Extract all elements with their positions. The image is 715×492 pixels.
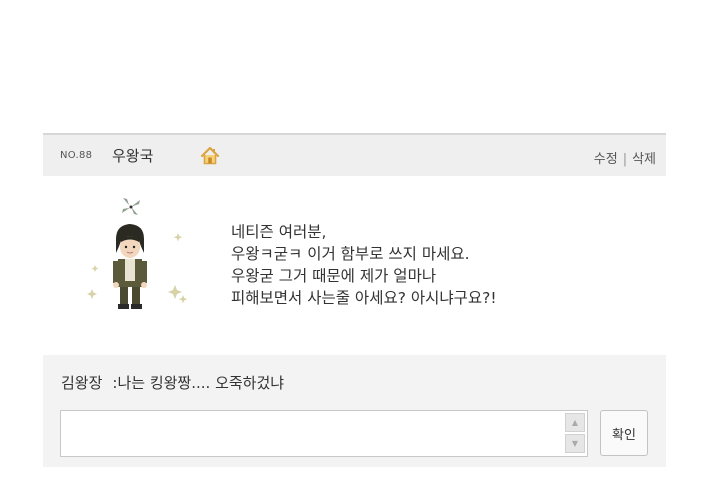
comment-item: 김왕장 :나는 킹왕짱.... 오죽하겄냐 xyxy=(61,372,284,393)
scroll-up-icon[interactable]: ▲ xyxy=(565,413,585,432)
guestbook-post: NO.88 우왕국 수정 | 삭제 네티즌 여러분, 우왕ㅋ굳ㅋ 이거 함부로 … xyxy=(43,133,666,467)
post-author[interactable]: 우왕국 xyxy=(112,145,153,166)
scroll-down-icon[interactable]: ▼ xyxy=(565,434,585,453)
edit-link[interactable]: 수정 xyxy=(594,152,618,167)
home-icon[interactable] xyxy=(199,145,221,167)
post-body-line: 우왕ㅋ굳ㅋ 이거 함부로 쓰지 마세요. xyxy=(231,245,470,263)
avatar xyxy=(83,195,193,325)
comment-area: 김왕장 :나는 킹왕짱.... 오죽하겄냐 ▲ ▼ 확인 xyxy=(43,355,666,467)
comment-input-box: ▲ ▼ xyxy=(60,410,588,457)
post-body-line: 피해보면서 사는줄 아세요? 아시냐구요?! xyxy=(231,289,497,307)
action-separator: | xyxy=(622,152,628,167)
pinwheel-icon xyxy=(122,198,140,215)
post-body-line: 네티즌 여러분, xyxy=(231,223,327,241)
post-body-line: 우왕굳 그거 때문에 제가 얼마나 xyxy=(231,267,437,285)
post-actions: 수정 | 삭제 xyxy=(594,148,656,167)
comment-author[interactable]: 김왕장 xyxy=(61,374,102,392)
post-number: NO.88 xyxy=(60,150,93,161)
comment-text: :나는 킹왕짱.... 오죽하겄냐 xyxy=(112,374,285,392)
delete-link[interactable]: 삭제 xyxy=(632,152,656,167)
confirm-button[interactable]: 확인 xyxy=(600,410,648,456)
post-header: NO.88 우왕국 수정 | 삭제 xyxy=(43,133,666,176)
post-body: 네티즌 여러분, 우왕ㅋ굳ㅋ 이거 함부로 쓰지 마세요. 우왕굳 그거 때문에… xyxy=(231,221,497,309)
comment-input[interactable] xyxy=(61,411,561,456)
comment-scrollbar[interactable]: ▲ ▼ xyxy=(565,413,585,454)
